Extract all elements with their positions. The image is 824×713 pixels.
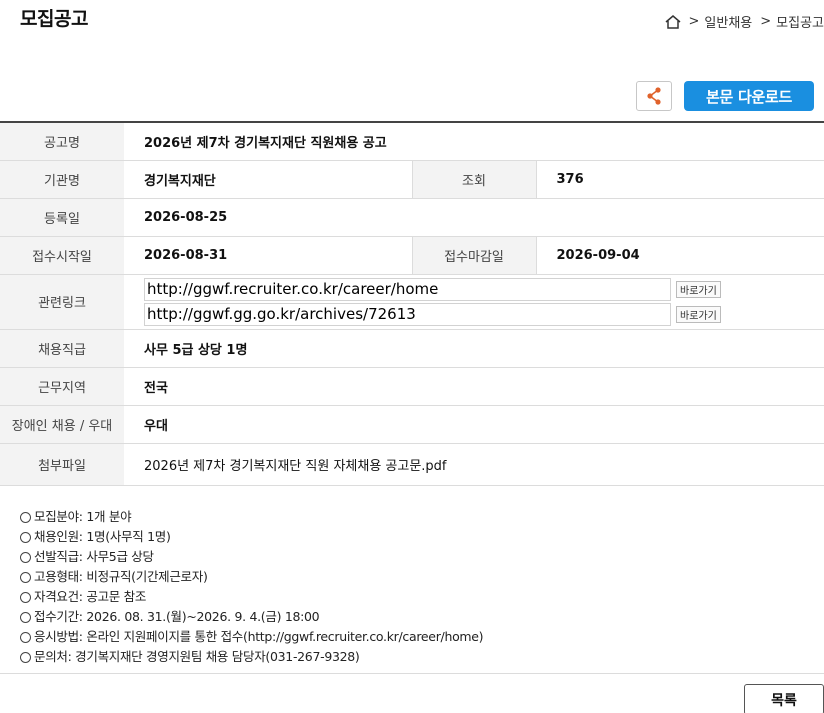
list-item: 선발직급: 사무5급 상당 (20, 547, 483, 567)
breadcrumb-separator-icon: > (688, 14, 700, 29)
share-icon (647, 87, 661, 105)
value-end-date: 2026-09-04 (536, 236, 824, 275)
label-end-date: 접수마감일 (411, 236, 537, 275)
home-icon[interactable] (664, 14, 682, 30)
download-body-button[interactable]: 본문 다운로드 (684, 81, 814, 111)
label-org: 기관명 (0, 160, 124, 199)
value-title: 2026년 제7차 경기복지재단 직원채용 공고 (124, 122, 824, 161)
table-row: 채용직급 사무 5급 상당 1명 (0, 329, 824, 368)
label-registered: 등록일 (0, 198, 124, 237)
note-text: 선발직급: 사무5급 상당 (34, 549, 154, 564)
recruit-info-table: 공고명 2026년 제7차 경기복지재단 직원채용 공고 기관명 경기복지재단 … (0, 121, 824, 486)
label-attachment: 첨부파일 (0, 443, 124, 486)
go-link-1-button[interactable]: 바로가기 (676, 280, 721, 298)
list-item: 접수기간: 2026. 08. 31.(월)~2026. 9. 4.(금) 18… (20, 607, 483, 627)
table-row: 접수시작일 2026-08-31 접수마감일 2026-09-04 (0, 236, 824, 275)
table-row: 근무지역 전국 (0, 367, 824, 406)
circle-bullet-icon (20, 631, 31, 643)
related-link-2[interactable]: http://ggwf.gg.go.kr/archives/72613 (144, 302, 671, 326)
value-links: http://ggwf.recruiter.co.kr/career/home … (124, 274, 824, 330)
page-title: 모집공고 (20, 8, 88, 30)
attachment-file-link[interactable]: 2026년 제7차 경기복지재단 직원 자체채용 공고문.pdf (124, 443, 824, 486)
table-row: 공고명 2026년 제7차 경기복지재단 직원채용 공고 (0, 122, 824, 161)
note-text: 모집분야: 1개 분야 (34, 509, 132, 524)
table-row: 장애인 채용 / 우대 우대 (0, 405, 824, 444)
breadcrumb-separator-icon: > (760, 14, 772, 29)
list-item: 자격요건: 공고문 참조 (20, 587, 483, 607)
note-text: 채용인원: 1명(사무직 1명) (34, 529, 171, 544)
list-button[interactable]: 목록 (744, 684, 824, 713)
circle-bullet-icon (20, 591, 31, 603)
label-start-date: 접수시작일 (0, 236, 124, 275)
note-text: 고용형태: 비정규직(기간제근로자) (34, 569, 208, 584)
note-text: 응시방법: 온라인 지원페이지를 통한 접수(http://ggwf.recru… (34, 629, 484, 644)
label-title: 공고명 (0, 122, 124, 161)
table-row: 관련링크 http://ggwf.recruiter.co.kr/career/… (0, 274, 824, 330)
list-item: 채용인원: 1명(사무직 1명) (20, 527, 483, 547)
breadcrumb: > 일반채용 > 모집공고 (664, 12, 824, 31)
go-link-2-button[interactable]: 바로가기 (676, 305, 721, 323)
related-link-1[interactable]: http://ggwf.recruiter.co.kr/career/home (144, 277, 671, 301)
value-org: 경기복지재단 (124, 160, 412, 199)
label-links: 관련링크 (0, 274, 124, 330)
share-button[interactable] (636, 81, 672, 111)
value-disability: 우대 (124, 405, 824, 444)
label-disability: 장애인 채용 / 우대 (0, 405, 124, 444)
note-text: 접수기간: 2026. 08. 31.(월)~2026. 9. 4.(금) 18… (34, 609, 320, 624)
link-row: http://ggwf.recruiter.co.kr/career/home … (144, 277, 824, 301)
circle-bullet-icon (20, 611, 31, 623)
label-region: 근무지역 (0, 367, 124, 406)
circle-bullet-icon (20, 571, 31, 583)
list-item: 문의처: 경기복지재단 경영지원팀 채용 담당자(031-267-9328) (20, 647, 483, 667)
circle-bullet-icon (20, 511, 31, 523)
recruit-notes: 모집분야: 1개 분야 채용인원: 1명(사무직 1명) 선발직급: 사무5급 … (20, 507, 484, 667)
footer-divider (0, 673, 824, 674)
circle-bullet-icon (20, 551, 31, 563)
value-position: 사무 5급 상당 1명 (124, 329, 824, 368)
value-start-date: 2026-08-31 (124, 236, 412, 275)
value-registered: 2026-08-25 (124, 198, 824, 237)
circle-bullet-icon (20, 651, 31, 663)
note-text: 자격요건: 공고문 참조 (34, 589, 147, 604)
table-row: 첨부파일 2026년 제7차 경기복지재단 직원 자체채용 공고문.pdf (0, 443, 824, 486)
circle-bullet-icon (20, 531, 31, 543)
table-row: 기관명 경기복지재단 조회 376 (0, 160, 824, 199)
breadcrumb-item-current[interactable]: 모집공고 (776, 12, 824, 31)
value-region: 전국 (124, 367, 824, 406)
list-item: 응시방법: 온라인 지원페이지를 통한 접수(http://ggwf.recru… (20, 627, 484, 647)
breadcrumb-item-general-recruit[interactable]: 일반채용 (704, 12, 752, 31)
note-text: 문의처: 경기복지재단 경영지원팀 채용 담당자(031-267-9328) (34, 649, 360, 664)
table-row: 등록일 2026-08-25 (0, 198, 824, 237)
label-position: 채용직급 (0, 329, 124, 368)
label-views: 조회 (411, 160, 537, 199)
value-views: 376 (536, 160, 824, 199)
list-item: 고용형태: 비정규직(기간제근로자) (20, 567, 483, 587)
list-item: 모집분야: 1개 분야 (20, 507, 483, 527)
link-row: http://ggwf.gg.go.kr/archives/72613 바로가기 (144, 302, 824, 326)
